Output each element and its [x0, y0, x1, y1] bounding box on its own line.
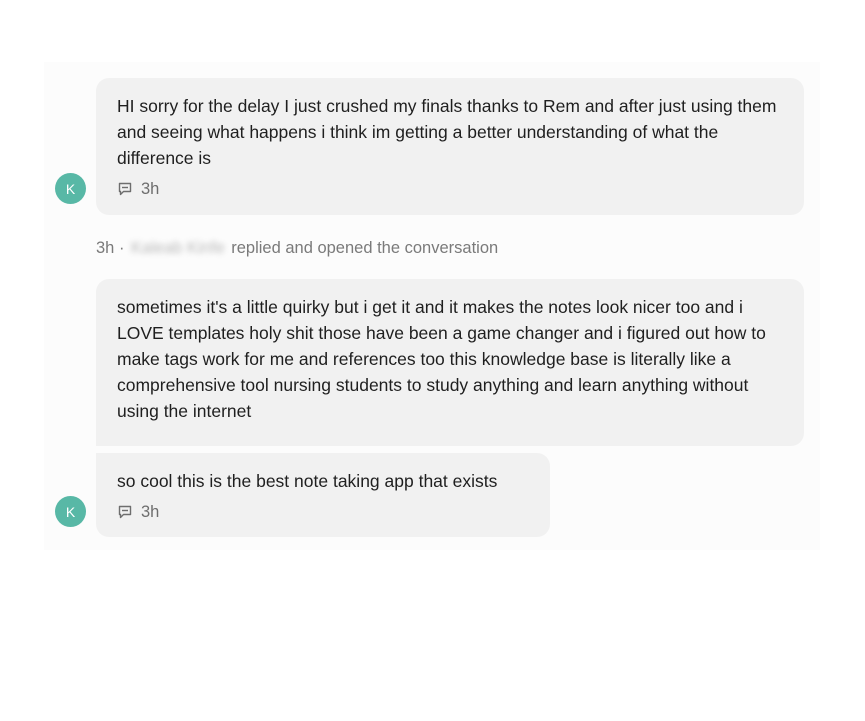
event-actor[interactable]: Kaleab Kinfe [131, 237, 225, 259]
avatar[interactable]: K [55, 496, 86, 527]
message-time: 3h [141, 503, 160, 521]
message-meta: 3h [117, 177, 784, 201]
message-text: HI sorry for the delay I just crushed my… [117, 96, 777, 168]
message-bubble[interactable]: HI sorry for the delay I just crushed my… [96, 78, 804, 215]
message-meta: 3h [117, 500, 530, 524]
event-separator: · [118, 239, 125, 257]
avatar[interactable]: K [55, 173, 86, 204]
message-bubble[interactable]: so cool this is the best note taking app… [96, 453, 550, 537]
page: HI sorry for the delay I just crushed my… [0, 0, 865, 721]
conversation-thread: HI sorry for the delay I just crushed my… [44, 62, 820, 550]
reply-bubble-icon[interactable] [117, 181, 133, 197]
conversation-event: 3h · Kaleab Kinfe replied and opened the… [96, 237, 498, 259]
event-time: 3h [96, 239, 115, 257]
avatar-initial: K [65, 503, 76, 520]
event-action: replied and opened the conversation [231, 239, 499, 257]
message-time: 3h [141, 180, 160, 198]
avatar-initial: K [65, 180, 76, 197]
reply-bubble-icon[interactable] [117, 504, 133, 520]
message-text: so cool this is the best note taking app… [117, 471, 498, 491]
message-text: sometimes it's a little quirky but i get… [117, 297, 766, 421]
message-bubble[interactable]: sometimes it's a little quirky but i get… [96, 279, 804, 446]
